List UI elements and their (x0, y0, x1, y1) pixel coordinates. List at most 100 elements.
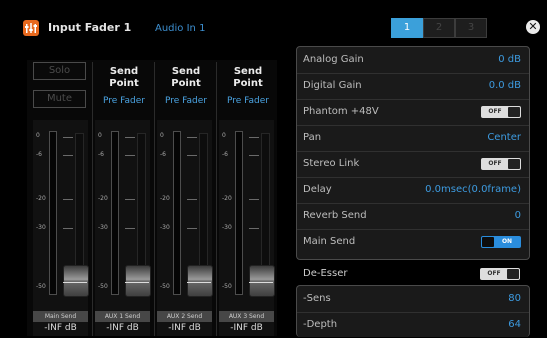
scale-mark (125, 137, 135, 138)
param-row-digital-gain[interactable]: Digital Gain 0.0 dB (297, 73, 529, 100)
divider (92, 62, 93, 336)
scale-tick: -6 (222, 151, 228, 158)
param-label: Main Send (303, 236, 356, 247)
scale-tick: -50 (160, 283, 170, 290)
parameter-panel: Analog Gain 0 dB Digital Gain 0.0 dB Pha… (296, 46, 530, 260)
scale-mark (125, 199, 135, 200)
param-label: Delay (303, 184, 332, 195)
scale-mark (187, 199, 197, 200)
send-point-label: Send Point (171, 66, 201, 89)
param-row-analog-gain[interactable]: Analog Gain 0 dB (297, 47, 529, 74)
scale-tick: -30 (222, 224, 232, 231)
scale-mark (63, 228, 73, 229)
param-value[interactable]: 64 (508, 312, 521, 338)
scale-tick: 0 (36, 132, 40, 139)
close-button[interactable]: ✕ (526, 20, 540, 34)
param-row-delay[interactable]: Delay 0.0msec(0.0frame) (297, 177, 529, 204)
scale-tick: -20 (98, 195, 108, 202)
param-row-stereo-link[interactable]: Stereo Link OFF (297, 151, 529, 178)
toggle-state: OFF (488, 160, 502, 167)
scale-tick: 0 (222, 132, 226, 139)
phantom-toggle[interactable]: OFF (481, 106, 521, 118)
fader-track (235, 131, 243, 295)
param-value[interactable]: 0 (515, 203, 521, 229)
param-row-depth[interactable]: -Depth 64 (297, 312, 529, 338)
fader-knob[interactable] (63, 265, 89, 297)
param-value[interactable]: 80 (508, 286, 521, 312)
divider (216, 62, 217, 336)
scale-tick: -30 (36, 224, 46, 231)
param-label: -Sens (303, 293, 331, 304)
deesser-label: De-Esser (303, 268, 348, 279)
channel-label: Main Send (33, 311, 88, 322)
fader-track (49, 131, 57, 295)
page-title: Input Fader 1 (48, 21, 132, 34)
send-point-selector-aux1[interactable]: Pre Fader (95, 95, 153, 107)
param-value[interactable]: 0.0msec(0.0frame) (425, 177, 521, 203)
input-source-label: Audio In 1 (155, 23, 206, 34)
send-point-selector-aux3[interactable]: Pre Fader (219, 95, 277, 107)
param-label: Stereo Link (303, 158, 360, 169)
param-label: -Depth (303, 319, 338, 330)
stereo-link-toggle[interactable]: OFF (481, 158, 521, 170)
scale-tick: 0 (160, 132, 164, 139)
toggle-state: ON (501, 238, 513, 245)
fader-strip-aux2: 0 -6 -20 -30 -50 (157, 127, 215, 297)
fader-knob[interactable] (125, 265, 151, 297)
deesser-panel: -Sens 80 -Depth 64 (296, 285, 530, 337)
scale-tick: -6 (36, 151, 42, 158)
param-label: Reverb Send (303, 210, 367, 221)
scale-mark (63, 199, 73, 200)
send-point-selector-aux2[interactable]: Pre Fader (157, 95, 215, 107)
param-row-pan[interactable]: Pan Center (297, 125, 529, 152)
scale-mark (249, 155, 259, 156)
mute-button[interactable]: Mute (33, 90, 86, 108)
tab-2[interactable]: 2 (423, 18, 455, 38)
param-value[interactable]: 0.0 dB (489, 73, 521, 99)
toggle-knob (482, 237, 494, 247)
scale-tick: 0 (98, 132, 102, 139)
toggle-state: OFF (488, 108, 502, 115)
send-point-label: Send Point (109, 66, 139, 89)
tab-3[interactable]: 3 (455, 18, 487, 38)
level-readout: -INF dB (106, 323, 139, 333)
fader-knob[interactable] (187, 265, 213, 297)
fader-track (173, 131, 181, 295)
toggle-knob (508, 107, 520, 117)
param-row-phantom[interactable]: Phantom +48V OFF (297, 99, 529, 126)
scale-mark (187, 155, 197, 156)
solo-button[interactable]: Solo (33, 62, 86, 80)
toggle-knob (507, 269, 519, 279)
fader-knob[interactable] (249, 265, 275, 297)
level-readout: -INF dB (168, 323, 201, 333)
param-row-reverb-send[interactable]: Reverb Send 0 (297, 203, 529, 230)
param-value[interactable]: 0 dB (498, 47, 521, 73)
channel-label: AUX 3 Send (219, 311, 274, 322)
param-label: Phantom +48V (303, 106, 379, 117)
fader-strip-aux1: 0 -6 -20 -30 -50 (95, 127, 153, 297)
scale-mark (187, 228, 197, 229)
scale-tick: -30 (160, 224, 170, 231)
scale-tick: -30 (98, 224, 108, 231)
param-label: Analog Gain (303, 54, 364, 65)
deesser-toggle[interactable]: OFF (480, 268, 520, 280)
scale-tick: -6 (160, 151, 166, 158)
channel-label: AUX 1 Send (95, 311, 150, 322)
fader-knob-line (187, 282, 211, 283)
fader-knob-line (249, 282, 273, 283)
scale-mark (63, 137, 73, 138)
param-row-main-send[interactable]: Main Send ON (297, 229, 529, 255)
level-readout: -INF dB (230, 323, 263, 333)
param-row-sens[interactable]: -Sens 80 (297, 286, 529, 313)
fader-strip-main: 0 -6 -20 -30 -50 (33, 127, 91, 297)
param-value[interactable]: Center (487, 125, 521, 151)
scale-tick: -20 (160, 195, 170, 202)
toggle-knob (508, 159, 520, 169)
tab-1[interactable]: 1 (391, 18, 423, 38)
main-send-toggle[interactable]: ON (481, 236, 521, 248)
channel-label: AUX 2 Send (157, 311, 212, 322)
scale-tick: -6 (98, 151, 104, 158)
scale-tick: -20 (36, 195, 46, 202)
param-label: Digital Gain (303, 80, 362, 91)
scale-mark (249, 199, 259, 200)
